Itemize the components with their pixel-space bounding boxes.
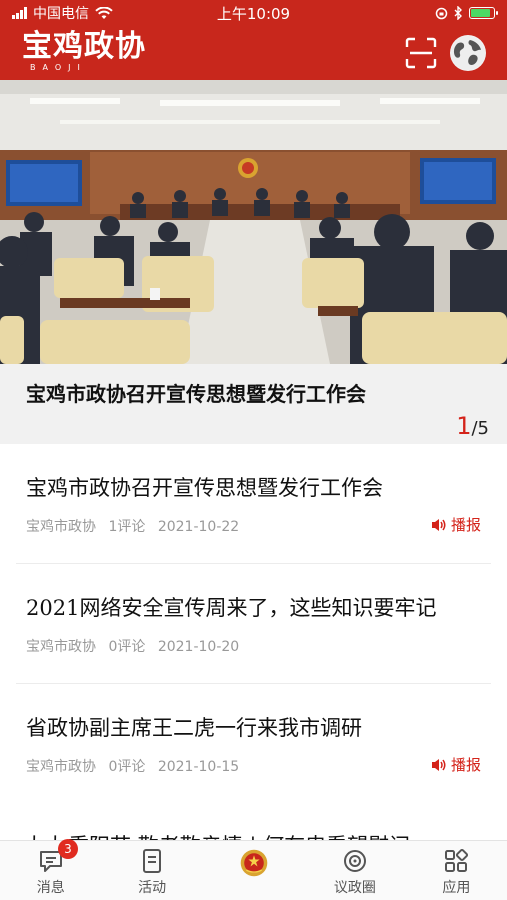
broadcast-button[interactable]: 播报: [431, 514, 481, 535]
status-bar: 中国电信 上午10:09: [0, 0, 507, 26]
orientation-lock-icon: [435, 7, 448, 19]
news-item[interactable]: 省政协副主席王二虎一行来我市调研 宝鸡市政协 0评论 2021-10-15 播报: [0, 684, 507, 804]
globe-icon: [451, 36, 485, 70]
news-item[interactable]: 2021网络安全宣传周来了，这些知识要牢记 宝鸡市政协 0评论 2021-10-…: [0, 564, 507, 684]
tab-home-emblem[interactable]: [203, 841, 304, 900]
news-meta: 宝鸡市政协 1评论 2021-10-22: [26, 516, 247, 536]
speaker-icon: [431, 758, 446, 771]
news-date: 2021-10-22: [157, 519, 240, 535]
activity-icon: [143, 849, 162, 873]
news-meta: 宝鸡市政协 0评论 2021-10-15: [26, 756, 247, 776]
bottom-tab-bar: 3 消息 活动 议政圈 应用: [0, 839, 507, 900]
app-logo: 宝鸡政协 BAOJI: [22, 32, 146, 72]
news-title: 2021网络安全宣传周来了，这些知识要牢记: [26, 596, 437, 620]
banner-caption-bar[interactable]: 宝鸡市政协召开宣传思想暨发行工作会 1/5: [0, 364, 507, 444]
logo-text: 宝鸡政协: [22, 29, 146, 64]
news-source: 宝鸡市政协: [26, 759, 96, 775]
app-header: 中国电信 上午10:09 宝鸡政协 BAOJI: [0, 0, 507, 80]
pager-total: /5: [471, 418, 489, 439]
wifi-icon: [95, 6, 113, 19]
tab-label: 活动: [138, 880, 167, 896]
banner-pager: 1/5: [456, 412, 489, 440]
news-item[interactable]: 宝鸡市政协召开宣传思想暨发行工作会 宝鸡市政协 1评论 2021-10-22 播…: [0, 444, 507, 564]
tab-label: 应用: [442, 880, 471, 896]
news-date: 2021-10-15: [157, 759, 240, 775]
speaker-icon: [431, 518, 446, 531]
tab-label: 议政圈: [333, 880, 376, 896]
apps-icon: [445, 848, 469, 872]
globe-button[interactable]: [450, 35, 486, 71]
broadcast-button[interactable]: 播报: [431, 754, 481, 775]
news-comments: 0评论: [108, 639, 146, 655]
unread-badge: 3: [58, 839, 78, 859]
news-title: 宝鸡市政协召开宣传思想暨发行工作会: [26, 476, 383, 500]
app-bar: 宝鸡政协 BAOJI: [0, 26, 507, 80]
bluetooth-icon: [454, 6, 462, 20]
carrier-label: 中国电信: [33, 6, 89, 22]
scan-button[interactable]: [404, 36, 438, 70]
broadcast-label: 播报: [450, 516, 481, 534]
meeting-photo: [0, 80, 507, 364]
banner-photo[interactable]: [0, 80, 507, 364]
tab-discussion-circle[interactable]: 议政圈: [304, 841, 405, 900]
signal-icon: [12, 7, 27, 19]
news-title: 省政协副主席王二虎一行来我市调研: [26, 716, 362, 740]
banner-caption: 宝鸡市政协召开宣传思想暨发行工作会: [26, 382, 366, 406]
news-date: 2021-10-20: [157, 639, 240, 655]
scan-icon: [405, 37, 437, 69]
pager-current: 1: [456, 412, 472, 440]
battery-icon: [469, 7, 498, 19]
news-comments: 1评论: [108, 519, 146, 535]
news-source: 宝鸡市政协: [26, 639, 96, 655]
news-comments: 0评论: [108, 759, 146, 775]
news-meta: 宝鸡市政协 0评论 2021-10-20: [26, 636, 247, 656]
broadcast-label: 播报: [450, 756, 481, 774]
tab-messages[interactable]: 3 消息: [0, 839, 101, 900]
tab-activities[interactable]: 活动: [101, 841, 202, 900]
news-source: 宝鸡市政协: [26, 519, 96, 535]
circle-icon: [343, 850, 366, 872]
tab-label: 消息: [36, 880, 65, 896]
logo-subtext: BAOJI: [30, 63, 87, 72]
tab-apps[interactable]: 应用: [406, 841, 507, 900]
emblem-icon: [240, 849, 267, 877]
